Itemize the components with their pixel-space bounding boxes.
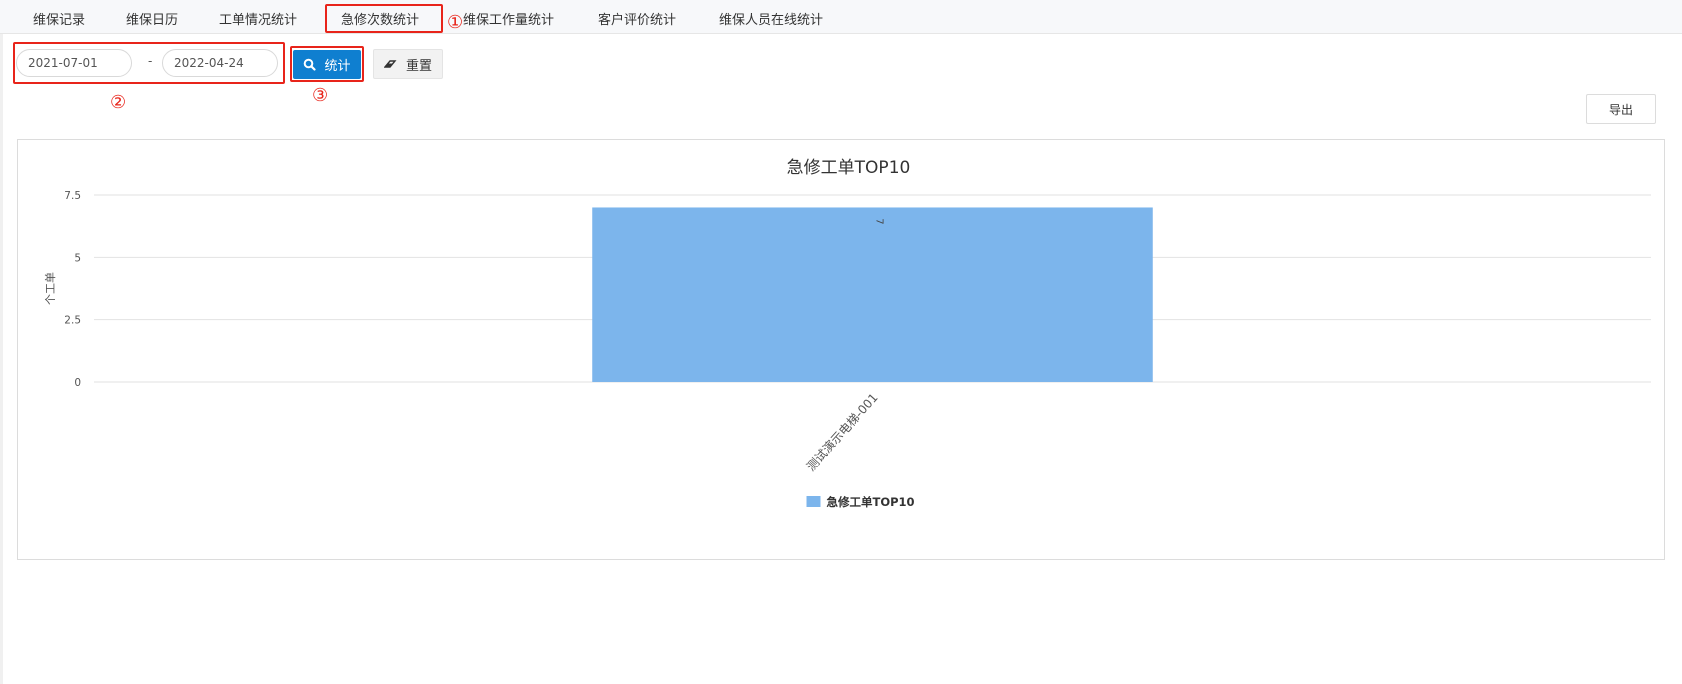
chart-title: 急修工单TOP10 (787, 158, 911, 178)
bar-chart: 急修工单TOP10 0 2.5 5 7.5 个工单 7 测试演示电梯-001 急修工单TOP10 (44, 158, 1651, 509)
export-button[interactable]: 导出 (1586, 94, 1656, 124)
start-date-input[interactable]: 2021-07-01 (16, 49, 132, 77)
y-tick-label: 0 (74, 377, 81, 389)
tab-maintenance-calendar[interactable]: 维保日历 (126, 9, 178, 28)
y-tick-label: 2.5 (64, 315, 81, 327)
left-edge (0, 0, 3, 684)
date-range-separator: - (148, 54, 153, 68)
eraser-icon (383, 60, 397, 68)
tab-customer-rating-stats[interactable]: 客户评价统计 (598, 9, 676, 28)
annotation-marker-1: ① (447, 12, 464, 33)
tab-bar: 维保记录 维保日历 工单情况统计 急修次数统计 维保工作量统计 客户评价统计 维… (0, 0, 1682, 34)
tab-workload-stats[interactable]: 维保工作量统计 (463, 9, 554, 28)
tab-maintenance-records[interactable]: 维保记录 (33, 9, 85, 28)
legend-label: 急修工单TOP10 (827, 495, 915, 509)
annotation-box-tab (325, 4, 443, 33)
reset-button[interactable]: 重置 (373, 49, 443, 79)
y-axis-label: 个工单 (44, 272, 57, 305)
chart-panel: 急修工单TOP10 0 2.5 5 7.5 个工单 7 测试演示电梯-001 急修工单TOP10 (17, 139, 1665, 560)
search-icon (304, 58, 317, 71)
bar (592, 207, 1153, 382)
export-button-label: 导出 (1608, 102, 1633, 117)
tab-work-order-stats[interactable]: 工单情况统计 (219, 9, 297, 28)
bar-data-label: 7 (874, 218, 885, 224)
reset-button-label: 重置 (405, 58, 432, 74)
x-tick-label: 测试演示电梯-001 (803, 390, 881, 474)
tab-staff-online-stats[interactable]: 维保人员在线统计 (719, 9, 823, 28)
stat-button[interactable]: 统计 (293, 50, 361, 79)
y-tick-label: 7.5 (64, 190, 81, 202)
stat-button-label: 统计 (324, 59, 351, 74)
y-tick-label: 5 (74, 252, 81, 264)
annotation-marker-2: ② (110, 92, 127, 113)
end-date-input[interactable]: 2022-04-24 (162, 49, 278, 77)
legend-swatch (806, 496, 821, 507)
annotation-marker-3: ③ (312, 85, 329, 106)
